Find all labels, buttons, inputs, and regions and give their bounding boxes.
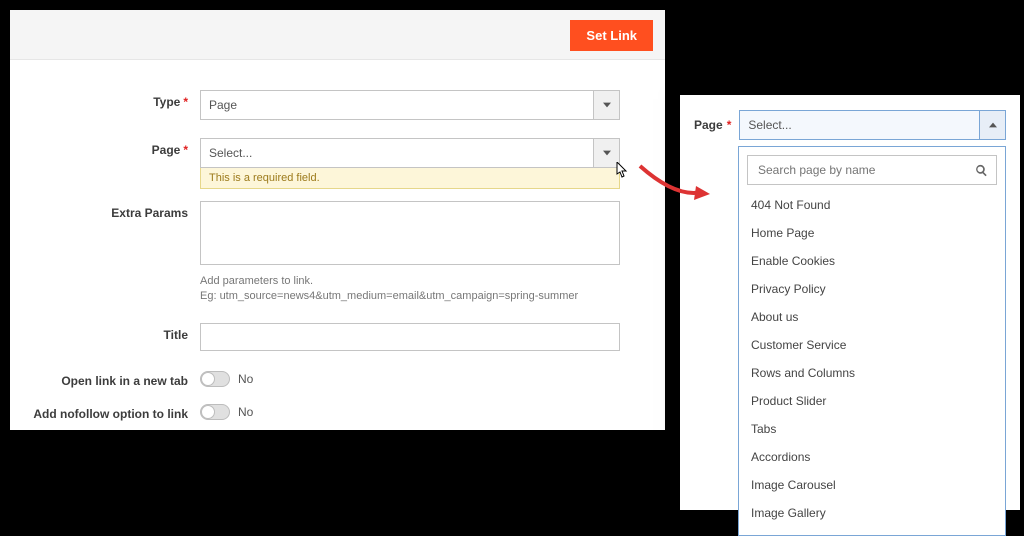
popover-page-label: Page* [694,118,739,132]
page-label: Page* [10,138,200,157]
option-enable-cookies[interactable]: Enable Cookies [747,247,997,275]
popover-page-select[interactable]: Select... [739,110,1006,140]
type-value: Page [201,98,593,112]
field-nofollow: Add nofollow option to link No [10,402,640,421]
link-form-panel: Set Link Type* Page Page* Select... This… [10,10,665,430]
page-search[interactable] [747,155,997,185]
page-dropdown-popover: Page* Select... 404 Not Found Home Page … [680,95,1020,510]
nofollow-value: No [238,405,253,419]
field-extra-params: Extra Params Add parameters to link. Eg:… [10,201,640,305]
nofollow-toggle[interactable] [200,404,230,420]
chevron-down-icon[interactable] [593,139,619,167]
page-select[interactable]: Select... [200,138,620,168]
option-404-not-found[interactable]: 404 Not Found [747,191,997,219]
type-select[interactable]: Page [200,90,620,120]
chevron-up-icon[interactable] [979,111,1005,139]
extra-label: Extra Params [10,201,200,220]
extra-params-input[interactable] [200,201,620,265]
set-link-button[interactable]: Set Link [570,20,653,51]
popover-page-value: Select... [740,118,979,132]
extra-hint: Add parameters to link. Eg: utm_source=n… [200,274,640,305]
option-privacy-policy[interactable]: Privacy Policy [747,275,997,303]
search-icon [975,164,988,177]
page-options: 404 Not Found Home Page Enable Cookies P… [747,191,997,527]
title-input[interactable] [200,323,620,351]
option-product-slider[interactable]: Product Slider [747,387,997,415]
page-dropdown: 404 Not Found Home Page Enable Cookies P… [738,146,1006,536]
newtab-toggle[interactable] [200,371,230,387]
option-image-carousel[interactable]: Image Carousel [747,471,997,499]
title-label: Title [10,323,200,342]
option-rows-and-columns[interactable]: Rows and Columns [747,359,997,387]
newtab-label: Open link in a new tab [10,369,200,388]
option-about-us[interactable]: About us [747,303,997,331]
option-home-page[interactable]: Home Page [747,219,997,247]
field-title: Title [10,323,640,351]
form: Type* Page Page* Select... This is a req… [10,60,665,421]
nofollow-label: Add nofollow option to link [10,402,200,421]
topbar: Set Link [10,10,665,60]
option-accordions[interactable]: Accordions [747,443,997,471]
page-search-input[interactable] [756,162,975,178]
type-label: Type* [10,90,200,109]
field-newtab: Open link in a new tab No [10,369,640,388]
chevron-down-icon[interactable] [593,91,619,119]
page-value: Select... [201,146,593,160]
page-error: This is a required field. [200,168,620,189]
option-customer-service[interactable]: Customer Service [747,331,997,359]
field-page: Page* Select... This is a required field… [10,138,640,189]
option-image-gallery[interactable]: Image Gallery [747,499,997,527]
field-type: Type* Page [10,90,640,120]
option-tabs[interactable]: Tabs [747,415,997,443]
newtab-value: No [238,372,253,386]
